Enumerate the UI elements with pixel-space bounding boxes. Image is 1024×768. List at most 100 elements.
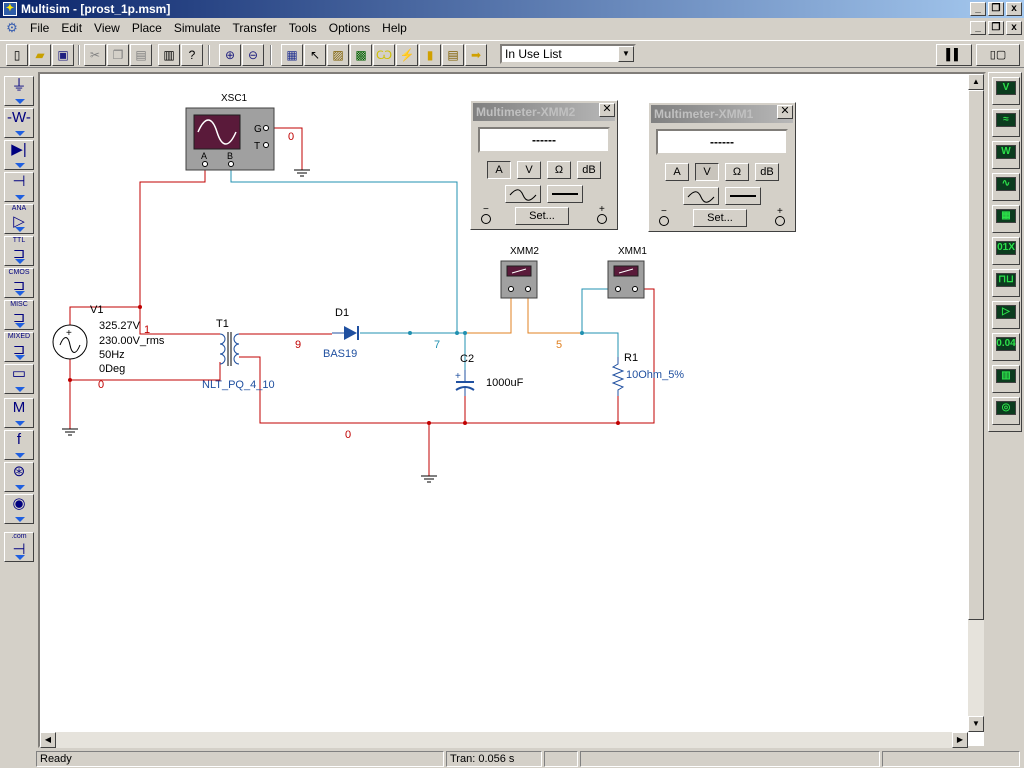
- component-diodes-button[interactable]: ▶|: [4, 140, 34, 170]
- instrument-spectrum-analyzer-button[interactable]: ▥: [992, 365, 1020, 393]
- xmm1-ohmmeter-button[interactable]: Ω: [725, 163, 749, 181]
- xmm1-dc-line-icon[interactable]: [725, 187, 761, 205]
- scroll-up-icon[interactable]: ▲: [968, 74, 984, 90]
- instrument-multimeter-button[interactable]: V: [992, 77, 1020, 105]
- instrument-network-analyzer-button[interactable]: ◎: [992, 397, 1020, 425]
- chevron-down-icon[interactable]: ▼: [618, 46, 634, 62]
- print-icon[interactable]: ▥: [158, 44, 180, 66]
- wire-node1-scope-a[interactable]: [69, 170, 206, 325]
- menu-place[interactable]: Place: [126, 18, 168, 38]
- schematic-canvas[interactable]: XSC1 G T A B 0 + V1 325.27V 230.00V_rms …: [38, 72, 986, 748]
- menu-help[interactable]: Help: [376, 18, 413, 38]
- xmm1-db-button[interactable]: dB: [755, 163, 779, 181]
- instrument-word-generator-button[interactable]: 01X: [992, 237, 1020, 265]
- multimeter-xmm1-panel[interactable]: Multimeter-XMM1 ✕ ------ A V Ω dB − Set.…: [648, 102, 796, 232]
- xmm2-voltmeter-button[interactable]: V: [517, 161, 541, 179]
- resistor-r1[interactable]: [611, 357, 625, 396]
- component-misc-button[interactable]: M: [4, 398, 34, 428]
- component-electromechanical-button[interactable]: ◉: [4, 494, 34, 524]
- restore-button[interactable]: ❐: [988, 2, 1004, 16]
- xmm1-title[interactable]: Multimeter-XMM1: [651, 105, 793, 123]
- xmm2-minus-terminal[interactable]: [481, 214, 491, 224]
- vertical-scrollbar[interactable]: ▲ ▼: [968, 74, 984, 732]
- instrument-oscilloscope-button[interactable]: ∿: [992, 173, 1020, 201]
- menu-edit[interactable]: Edit: [55, 18, 88, 38]
- menu-options[interactable]: Options: [323, 18, 376, 38]
- vertical-scroll-thumb[interactable]: [968, 90, 984, 620]
- cut-icon[interactable]: ✂: [84, 44, 106, 66]
- instrument-logic-converter-button[interactable]: ▷: [992, 301, 1020, 329]
- multimeter-xmm2-symbol[interactable]: [500, 260, 538, 299]
- pointer-icon[interactable]: ↖: [304, 44, 326, 66]
- menu-view[interactable]: View: [88, 18, 126, 38]
- xmm2-ammeter-button[interactable]: A: [487, 161, 511, 179]
- transfer-arrow-icon[interactable]: ➡: [465, 44, 487, 66]
- scroll-right-icon[interactable]: ▶: [952, 732, 968, 748]
- help-icon[interactable]: ?: [181, 44, 203, 66]
- menu-tools[interactable]: Tools: [283, 18, 323, 38]
- copy-icon[interactable]: ❐: [107, 44, 129, 66]
- component-controls-button[interactable]: f: [4, 430, 34, 460]
- zoom-in-icon[interactable]: ⊕: [219, 44, 241, 66]
- component-indicators-button[interactable]: ▭: [4, 364, 34, 394]
- component-cmos-button[interactable]: CMOS ⊐: [4, 268, 34, 298]
- xmm1-minus-terminal[interactable]: [659, 216, 669, 226]
- xmm2-close-icon[interactable]: ✕: [599, 103, 615, 117]
- open-folder-icon[interactable]: ▰: [29, 44, 51, 66]
- multimeter-xmm1-symbol[interactable]: [607, 260, 645, 299]
- graph-icon[interactable]: ▨: [327, 44, 349, 66]
- grapher-icon[interactable]: ▩: [350, 44, 372, 66]
- paste-icon[interactable]: ▤: [130, 44, 152, 66]
- diode-d1[interactable]: [332, 326, 359, 340]
- transformer-t1[interactable]: [219, 332, 240, 366]
- instrument-logic-analyzer-button[interactable]: ⊓⊔: [992, 269, 1020, 297]
- component-ttl-button[interactable]: TTL ⊐: [4, 236, 34, 266]
- wire-xmm2-plus[interactable]: [465, 298, 512, 334]
- xmm2-plus-terminal[interactable]: [597, 214, 607, 224]
- wire-node1-primary[interactable]: [139, 307, 220, 335]
- component-mixed-button[interactable]: MIXED ⊐: [4, 332, 34, 362]
- capacitor-c2[interactable]: +: [455, 370, 475, 396]
- xmm1-plus-terminal[interactable]: [775, 216, 785, 226]
- xmm1-ammeter-button[interactable]: A: [665, 163, 689, 181]
- xmm2-ac-wave-icon[interactable]: [505, 185, 541, 203]
- postprocessor-icon[interactable]: ⚡: [396, 44, 418, 66]
- instrument-function-generator-button[interactable]: ≈: [992, 109, 1020, 137]
- new-file-icon[interactable]: ▯: [6, 44, 28, 66]
- doc-minimize-button[interactable]: _: [970, 21, 986, 35]
- instrument-wattmeter-button[interactable]: W: [992, 141, 1020, 169]
- zoom-out-icon[interactable]: ⊖: [242, 44, 264, 66]
- close-button[interactable]: x: [1006, 2, 1022, 16]
- component-analog-button[interactable]: ANA ▷: [4, 204, 34, 234]
- wire-xmm2-minus[interactable]: [527, 298, 582, 334]
- multimeter-xmm2-panel[interactable]: Multimeter-XMM2 ✕ ------ A V Ω dB − Set.…: [470, 100, 618, 230]
- multisim-app-icon[interactable]: ✦: [3, 2, 17, 16]
- scroll-down-icon[interactable]: ▼: [968, 716, 984, 732]
- minimize-button[interactable]: _: [970, 2, 986, 16]
- xmm2-ohmmeter-button[interactable]: Ω: [547, 161, 571, 179]
- menu-file[interactable]: File: [24, 18, 55, 38]
- analysis-icon[interactable]: Ѡ: [373, 44, 395, 66]
- xmm1-voltmeter-button[interactable]: V: [695, 163, 719, 181]
- wire-r1-top[interactable]: [582, 332, 619, 357]
- xmm2-db-button[interactable]: dB: [577, 161, 601, 179]
- xmm2-title[interactable]: Multimeter-XMM2: [473, 103, 615, 121]
- xmm2-set-button[interactable]: Set...: [515, 207, 569, 225]
- scroll-left-icon[interactable]: ◀: [40, 732, 56, 748]
- xmm2-dc-line-icon[interactable]: [547, 185, 583, 203]
- component-transistors-button[interactable]: ⊣: [4, 172, 34, 202]
- component-wizard-icon[interactable]: ▮: [419, 44, 441, 66]
- component-misc-digital-button[interactable]: MISC ⊐: [4, 300, 34, 330]
- xmm1-close-icon[interactable]: ✕: [777, 105, 793, 119]
- instrument-distortion-analyzer-button[interactable]: 0.04: [992, 333, 1020, 361]
- doc-restore-button[interactable]: ❐: [988, 21, 1004, 35]
- document-icon[interactable]: ⚙: [4, 20, 20, 36]
- menu-transfer[interactable]: Transfer: [227, 18, 283, 38]
- component-sources-button[interactable]: ⏚: [4, 76, 34, 106]
- component-basic-button[interactable]: -W-: [4, 108, 34, 138]
- doc-close-button[interactable]: x: [1006, 21, 1022, 35]
- wire-node0-bottom[interactable]: [239, 288, 655, 424]
- circuit-icon[interactable]: ▦: [281, 44, 303, 66]
- xmm1-set-button[interactable]: Set...: [693, 209, 747, 227]
- pause-button[interactable]: ▌▌: [936, 44, 972, 66]
